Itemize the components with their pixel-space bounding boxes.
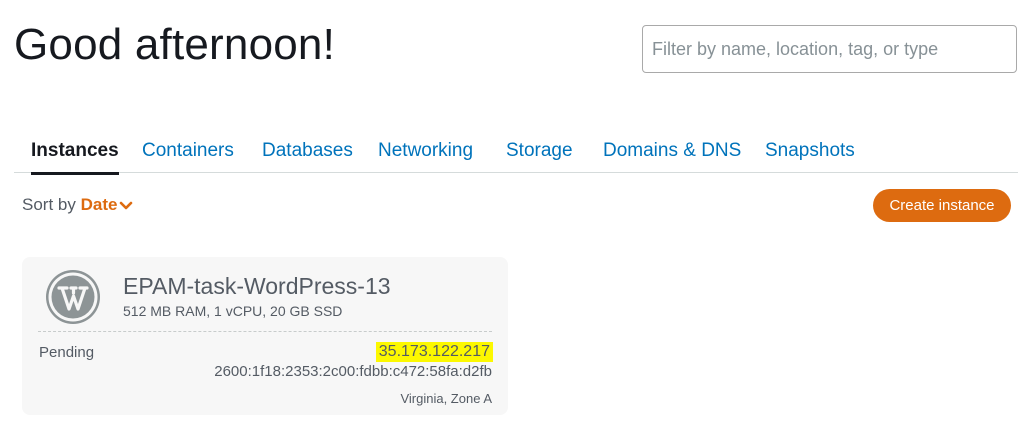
tab-containers[interactable]: Containers: [142, 140, 234, 162]
sort-control: Sort by Date: [22, 195, 133, 216]
instance-specs: 512 MB RAM, 1 vCPU, 20 GB SSD: [123, 303, 343, 319]
instance-region: Virginia, Zone A: [400, 391, 492, 406]
tab-storage[interactable]: Storage: [506, 140, 573, 162]
filter-input[interactable]: [642, 25, 1017, 73]
sort-label: Sort by: [22, 195, 76, 214]
tab-databases[interactable]: Databases: [262, 140, 353, 162]
tab-instances[interactable]: Instances: [31, 140, 119, 175]
create-instance-button[interactable]: Create instance: [873, 189, 1011, 222]
resource-tabs: Instances Containers Databases Networkin…: [14, 132, 1018, 175]
page-title: Good afternoon!: [14, 20, 336, 69]
instance-status: Pending: [39, 344, 95, 361]
sort-dropdown[interactable]: Date: [81, 195, 134, 214]
card-divider: [38, 331, 492, 332]
wordpress-icon: [45, 269, 101, 325]
tab-snapshots[interactable]: Snapshots: [765, 140, 855, 162]
public-ipv6: 2600:1f18:2353:2c00:fdbb:c472:58fa:d2fb: [214, 363, 492, 380]
chevron-down-icon: [119, 196, 133, 216]
tab-domains-dns[interactable]: Domains & DNS: [603, 140, 741, 162]
instance-card[interactable]: EPAM-task-WordPress-13 512 MB RAM, 1 vCP…: [22, 257, 508, 415]
tab-networking[interactable]: Networking: [378, 140, 473, 162]
public-ipv4: 35.173.122.217: [375, 342, 493, 362]
instance-name[interactable]: EPAM-task-WordPress-13: [123, 273, 391, 300]
sort-value: Date: [80, 195, 118, 214]
